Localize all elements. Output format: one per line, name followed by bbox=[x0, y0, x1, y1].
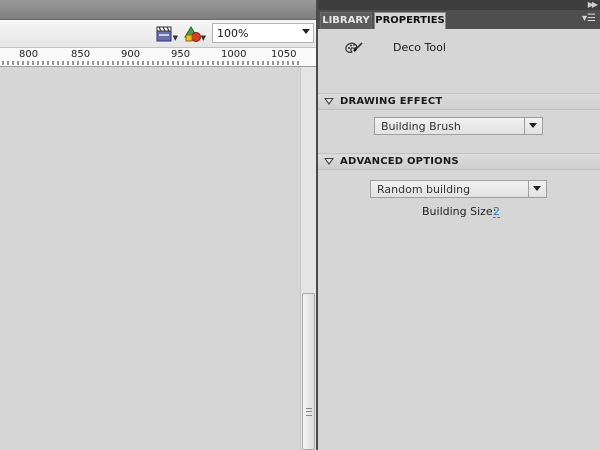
building-size-value[interactable]: 2 bbox=[493, 205, 500, 218]
chevron-down-icon[interactable] bbox=[524, 118, 542, 134]
scrollbar-thumb[interactable] bbox=[302, 293, 315, 450]
deco-tool-icon bbox=[342, 38, 364, 60]
vertical-scrollbar[interactable] bbox=[300, 67, 316, 450]
edit-scene-caret: ▼ bbox=[172, 34, 178, 42]
ruler-label: 800 bbox=[19, 49, 39, 60]
document-title-bar bbox=[0, 0, 316, 20]
panel-menu-icon[interactable]: ▾☰ bbox=[582, 13, 596, 25]
section-title: ADVANCED OPTIONS bbox=[340, 156, 459, 167]
collapse-triangle-icon[interactable] bbox=[324, 98, 334, 105]
ruler-label: 900 bbox=[121, 49, 141, 60]
tab-properties[interactable]: PROPERTIES bbox=[374, 12, 446, 29]
properties-panel: ▶▶ LIBRARY PROPERTIES ▾☰ Deco Tool DRAWI… bbox=[318, 0, 600, 450]
scrollbar-grip-icon bbox=[306, 408, 312, 416]
ruler-label: 1050 bbox=[271, 49, 297, 60]
collapse-triangle-icon[interactable] bbox=[324, 158, 334, 165]
ruler-label: 850 bbox=[71, 49, 91, 60]
collapse-panel-icon[interactable]: ▶▶ bbox=[588, 0, 598, 10]
chevron-down-icon[interactable] bbox=[302, 29, 310, 34]
ruler-label: 950 bbox=[171, 49, 191, 60]
dropdown-value: Building Brush bbox=[381, 120, 461, 133]
building-size-label: Building Size: bbox=[422, 205, 497, 218]
edit-symbols-caret: ▼ bbox=[200, 34, 206, 42]
section-title: DRAWING EFFECT bbox=[340, 96, 443, 107]
zoom-select[interactable]: 100% bbox=[212, 23, 314, 43]
chevron-down-icon[interactable] bbox=[528, 181, 546, 197]
drawing-effect-section-header[interactable]: DRAWING EFFECT bbox=[318, 93, 600, 110]
dropdown-value: Random building bbox=[377, 183, 471, 196]
ruler-label: 1000 bbox=[221, 49, 247, 60]
tool-name: Deco Tool bbox=[393, 41, 446, 54]
edit-scene-icon[interactable]: ▼ bbox=[156, 25, 178, 43]
zoom-value: 100% bbox=[217, 27, 249, 40]
edit-symbols-icon[interactable]: ▼ bbox=[184, 25, 206, 43]
advanced-options-dropdown[interactable]: Random building bbox=[370, 180, 547, 198]
panel-top-bar: ▶▶ bbox=[318, 0, 600, 10]
tab-library[interactable]: LIBRARY bbox=[320, 12, 372, 29]
horizontal-ruler: 800 850 900 950 1000 1050 bbox=[0, 48, 316, 67]
stage-area[interactable]: ▼ ▼ 100% 800 850 900 950 1000 1050 bbox=[0, 0, 316, 450]
drawing-effect-dropdown[interactable]: Building Brush bbox=[374, 117, 543, 135]
ruler-ticks bbox=[2, 61, 299, 65]
panel-tab-strip: LIBRARY PROPERTIES ▾☰ bbox=[318, 10, 600, 29]
advanced-options-section-header[interactable]: ADVANCED OPTIONS bbox=[318, 153, 600, 170]
